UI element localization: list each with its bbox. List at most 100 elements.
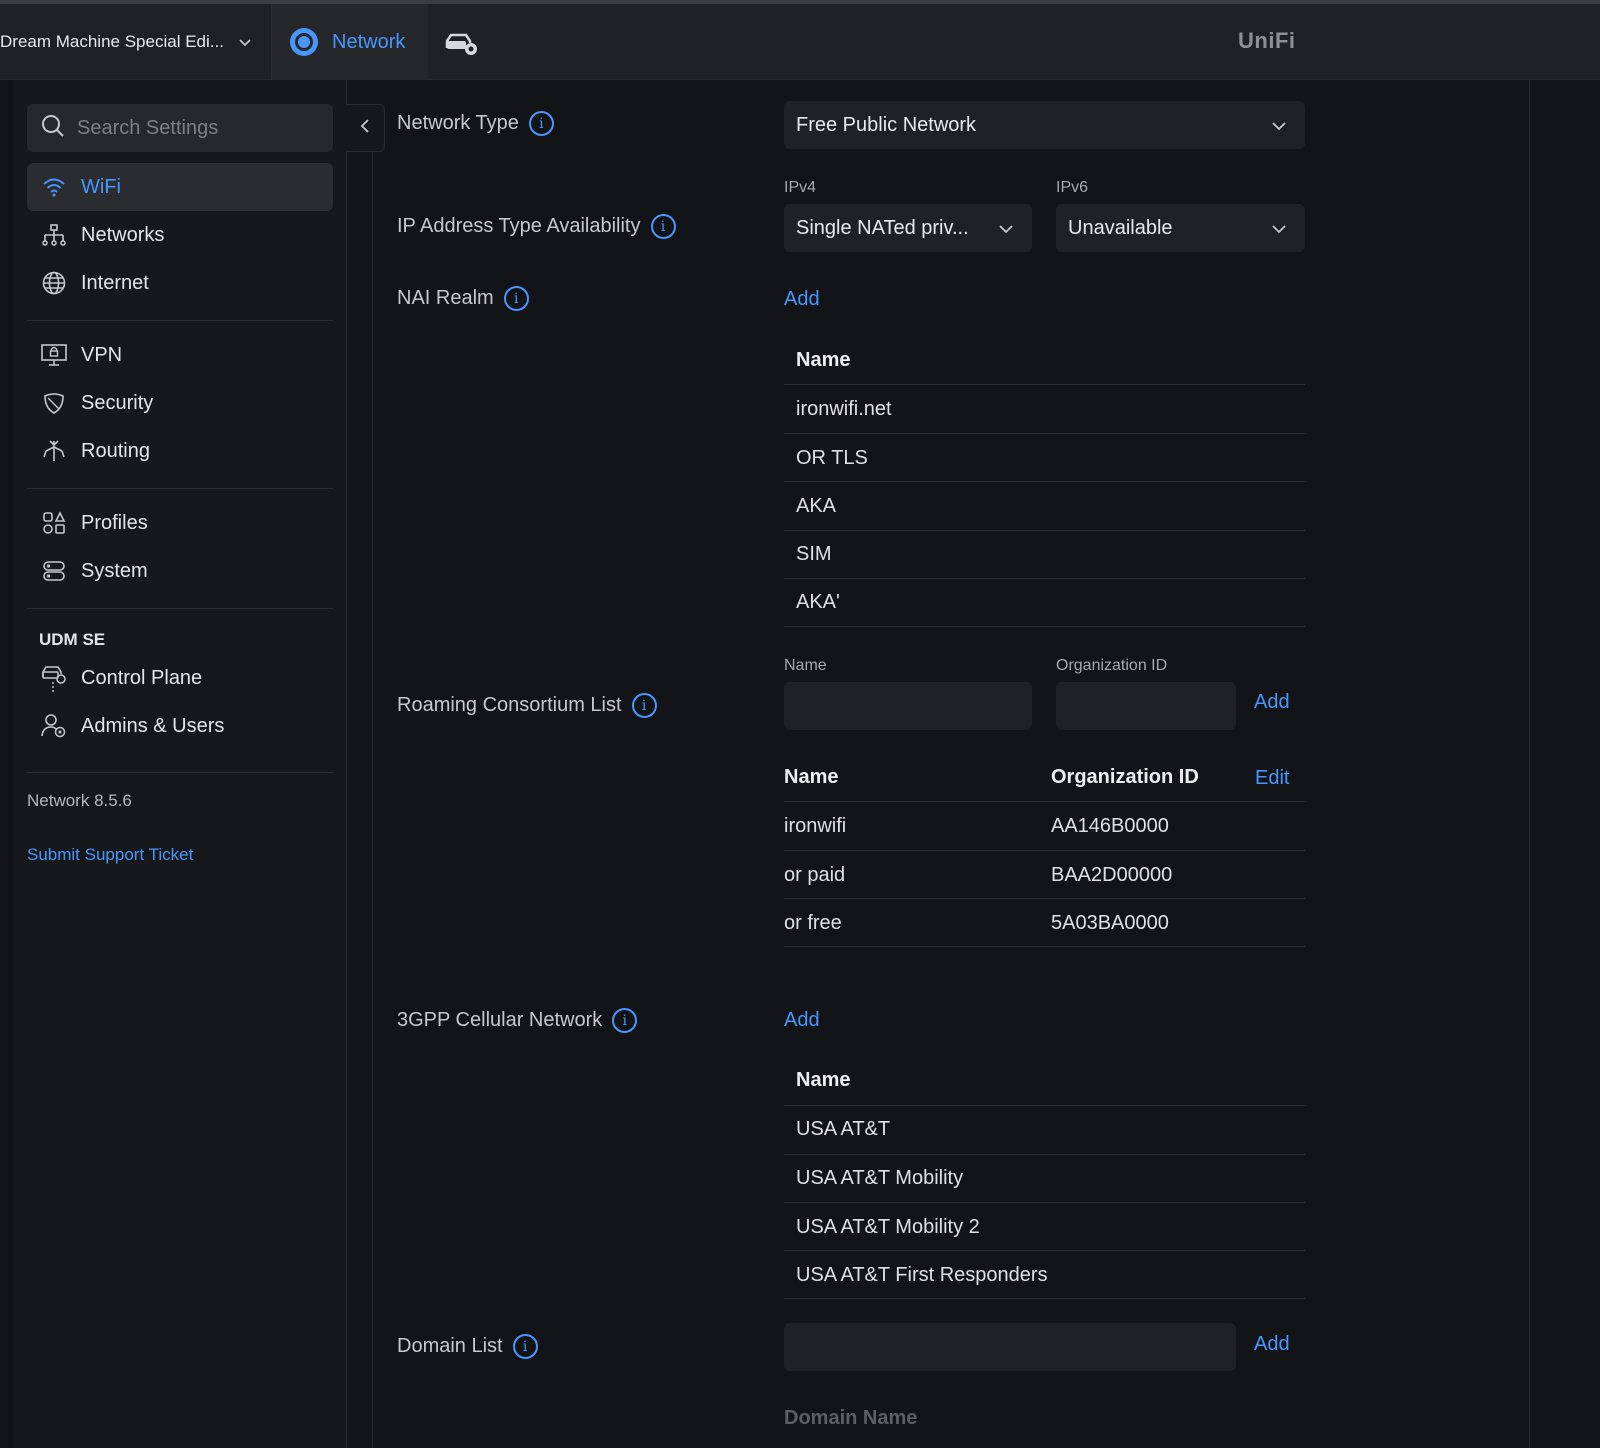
info-icon[interactable]: i	[631, 693, 657, 718]
domain-add-button[interactable]: Add	[1254, 1333, 1290, 1356]
domain-list-label: Domain List i	[397, 1334, 538, 1359]
chevron-down-icon	[998, 217, 1014, 240]
table-row-org-id: AA146B0000	[1051, 815, 1169, 837]
sidebar-item-label: VPN	[81, 343, 123, 366]
nai-realm-label: NAI Realm i	[397, 286, 529, 311]
table-row-org-id: BAA2D00000	[1051, 864, 1173, 886]
table-divider	[784, 801, 1305, 802]
network-type-label: Network Type i	[397, 111, 554, 136]
table-row[interactable]: SIM	[796, 543, 832, 566]
info-icon[interactable]: i	[650, 214, 676, 239]
chevron-down-icon	[1271, 217, 1287, 240]
settings-sidebar: WiFi Networks Internet VPN Security Rout…	[14, 80, 347, 1448]
chevron-down-icon	[1271, 114, 1287, 137]
domain-name-input[interactable]	[784, 1323, 1236, 1371]
sidebar-divider	[27, 320, 333, 321]
nai-realm-add-button[interactable]: Add	[784, 288, 820, 311]
control-plane-icon	[41, 665, 67, 692]
sidebar-item-security[interactable]: Security	[27, 379, 333, 427]
wifi-icon	[41, 174, 67, 200]
sidebar-item-admins-users[interactable]: Admins & Users	[27, 702, 333, 750]
roaming-header-org-id: Organization ID	[1051, 766, 1199, 788]
vpn-icon	[41, 342, 67, 368]
admins-icon	[41, 713, 67, 739]
table-divider	[784, 433, 1305, 434]
roaming-org-id-input[interactable]	[1056, 682, 1236, 730]
udm-section-label: UDM SE	[39, 630, 106, 649]
ipv6-value: Unavailable	[1068, 216, 1173, 239]
roaming-edit-button[interactable]: Edit	[1255, 767, 1289, 790]
search-icon	[41, 114, 65, 143]
table-divider	[784, 946, 1305, 947]
ipv6-select[interactable]: Unavailable	[1056, 204, 1305, 252]
chevron-down-icon	[238, 35, 252, 50]
table-divider	[784, 530, 1305, 531]
info-icon[interactable]: i	[612, 1008, 638, 1033]
cellular-network-label: 3GPP Cellular Network i	[397, 1008, 638, 1033]
info-icon[interactable]: i	[512, 1334, 538, 1359]
routing-icon	[41, 438, 67, 464]
sidebar-item-networks[interactable]: Networks	[27, 211, 333, 259]
search-input[interactable]	[77, 116, 317, 140]
roaming-name-input[interactable]	[784, 682, 1032, 730]
table-row[interactable]: ironwifi.net	[796, 398, 892, 421]
sidebar-item-internet[interactable]: Internet	[27, 259, 333, 307]
table-divider	[784, 1250, 1305, 1251]
search-box[interactable]	[27, 104, 333, 152]
sidebar-divider	[27, 608, 333, 609]
sidebar-item-profiles[interactable]: Profiles	[27, 499, 333, 547]
table-divider	[784, 898, 1305, 899]
sidebar-item-label: Control Plane	[81, 666, 203, 689]
info-icon[interactable]: i	[503, 286, 529, 311]
cellular-add-button[interactable]: Add	[784, 1009, 820, 1032]
label-text: IP Address Type Availability	[397, 215, 641, 237]
table-row[interactable]: USA AT&T Mobility 2	[796, 1216, 980, 1239]
sidebar-item-wifi[interactable]: WiFi	[27, 163, 333, 211]
sidebar-divider	[27, 772, 333, 773]
table-divider	[784, 626, 1305, 627]
ipv4-value: Single NATed priv...	[796, 216, 969, 239]
domain-header-name: Domain Name	[784, 1407, 918, 1429]
table-divider	[784, 1154, 1305, 1155]
sidebar-item-label: Admins & Users	[81, 714, 225, 737]
sidebar-item-label: System	[81, 559, 148, 582]
label-text: NAI Realm	[397, 287, 494, 309]
table-divider	[784, 384, 1305, 385]
console-selector[interactable]: Dream Machine Special Edi...	[0, 4, 272, 80]
system-icon	[41, 558, 67, 584]
table-row[interactable]: AKA'	[796, 591, 840, 614]
tab-network-app[interactable]: Network	[272, 4, 428, 80]
label-text: 3GPP Cellular Network	[397, 1009, 603, 1031]
network-tree-icon	[41, 222, 67, 248]
table-row-org-id: 5A03BA0000	[1051, 912, 1169, 934]
table-row[interactable]: USA AT&T	[796, 1118, 890, 1141]
ipv4-select[interactable]: Single NATed priv...	[784, 204, 1032, 252]
sidebar-item-label: Networks	[81, 223, 165, 246]
table-row[interactable]: AKA	[796, 495, 836, 518]
roaming-org-label: Organization ID	[1056, 657, 1168, 674]
network-type-select[interactable]: Free Public Network	[784, 101, 1305, 149]
roaming-add-button[interactable]: Add	[1254, 691, 1290, 714]
info-icon[interactable]: i	[528, 111, 554, 136]
table-row[interactable]: USA AT&T Mobility	[796, 1167, 963, 1190]
content-divider	[372, 152, 373, 1448]
cellular-header-name: Name	[796, 1069, 851, 1091]
table-row[interactable]: OR TLS	[796, 447, 868, 470]
submit-support-ticket-link[interactable]: Submit Support Ticket	[27, 845, 193, 865]
label-text: Domain List	[397, 1335, 503, 1357]
table-row[interactable]: USA AT&T First Responders	[796, 1264, 1048, 1287]
collapse-sidebar-button[interactable]	[346, 104, 385, 152]
ipv4-label: IPv4	[784, 179, 817, 196]
sidebar-item-system[interactable]: System	[27, 547, 333, 595]
label-text: Roaming Consortium List	[397, 694, 622, 716]
sidebar-item-label: Routing	[81, 439, 150, 462]
table-divider	[784, 850, 1305, 851]
content-right-border	[1529, 80, 1530, 1448]
sidebar-item-control-plane[interactable]: Control Plane	[27, 654, 333, 702]
device-settings-icon[interactable]	[444, 28, 480, 58]
sidebar-item-routing[interactable]: Routing	[27, 427, 333, 475]
table-divider	[784, 1298, 1305, 1299]
table-divider	[784, 578, 1305, 579]
roaming-header-name: Name	[784, 766, 839, 788]
sidebar-item-vpn[interactable]: VPN	[27, 331, 333, 379]
